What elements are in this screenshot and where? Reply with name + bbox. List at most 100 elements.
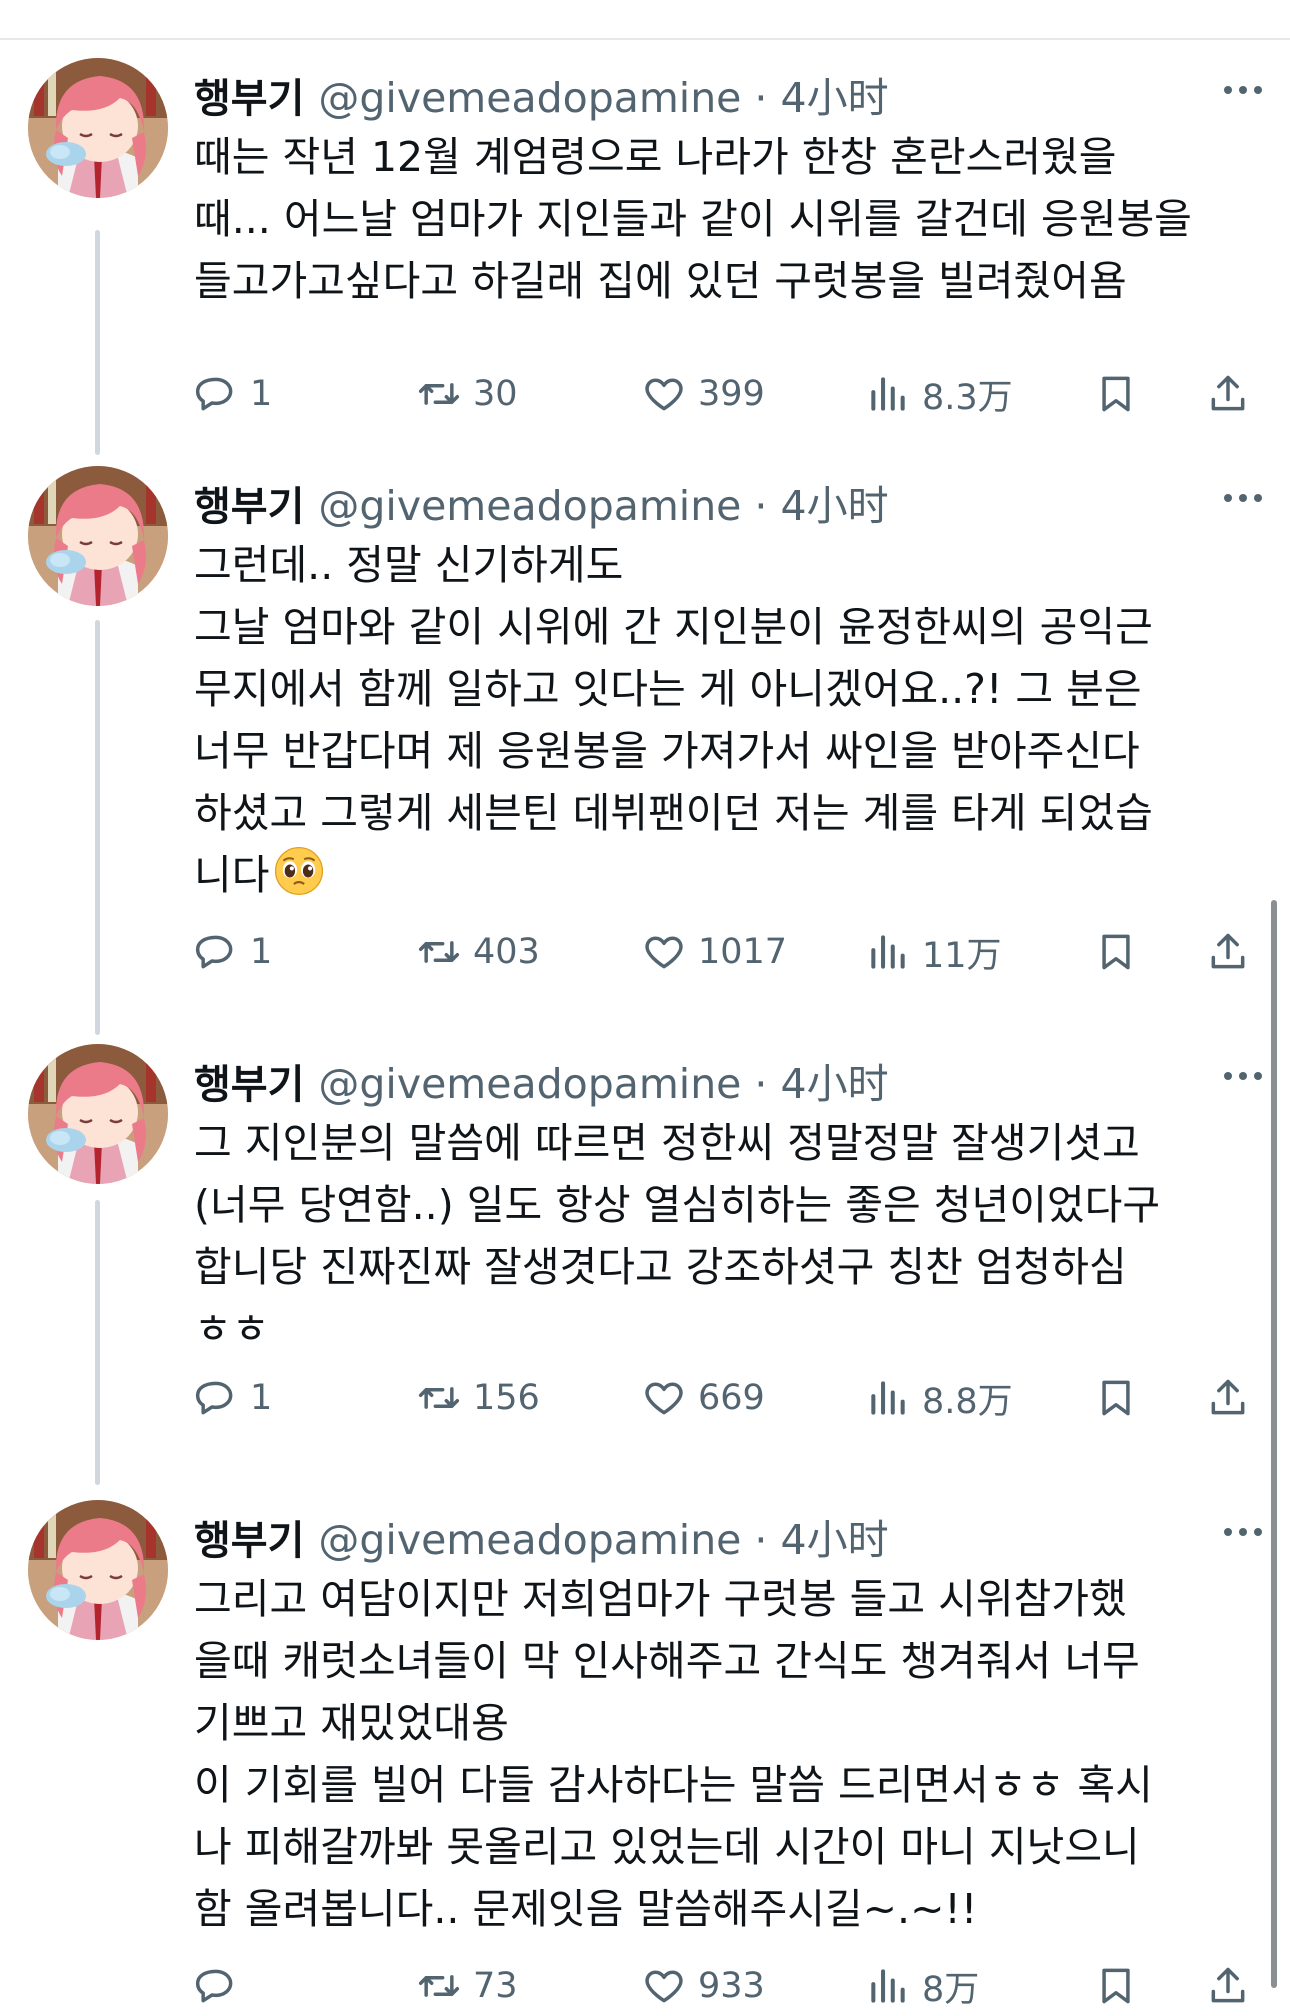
thread-connector	[95, 1200, 100, 1485]
retweet-count: 156	[473, 1378, 540, 1418]
reply-icon	[195, 377, 233, 411]
avatar-image	[28, 466, 168, 606]
tweet-line: 기쁘고 재밌었대용	[194, 1699, 509, 1747]
views-count: 8万	[922, 1969, 980, 2010]
bookmark-icon	[1102, 376, 1130, 412]
reply-count: 1	[250, 1378, 273, 1418]
views-button[interactable]: 11万	[866, 922, 1002, 982]
retweet-icon	[418, 1975, 460, 1997]
heart-icon	[645, 1382, 683, 1415]
avatar[interactable]	[28, 58, 168, 198]
tweet-line: 나 피해갈까봐 못올리고 있었는데 시간이 마니 지낫으니	[194, 1823, 1140, 1871]
tweet-line: 을때 캐럿소녀들이 막 인사해주고 간식도 챙겨줘서 너무	[194, 1637, 1140, 1685]
reply-button[interactable]: 1	[194, 922, 272, 982]
action-bar: 1 403 1017 11万	[194, 922, 1264, 982]
display-name[interactable]: 행부기	[194, 1508, 304, 1566]
like-button[interactable]: 933	[642, 1956, 765, 2016]
bookmark-icon	[1102, 1968, 1130, 2004]
bookmark-icon	[1102, 1380, 1130, 1416]
share-button[interactable]	[1206, 1956, 1250, 2016]
tweet-line: 때는 작년 12월 계엄령으로 나라가 한창 혼란스러웠을	[194, 133, 1117, 181]
tweet-header: 행부기 @givemeadopamine · 4小时	[194, 472, 889, 532]
heart-icon	[645, 1970, 683, 2003]
tweet-text: 때는 작년 12월 계엄령으로 나라가 한창 혼란스러웠을 때... 어느날 엄…	[194, 126, 1274, 312]
like-button[interactable]: 669	[642, 1368, 765, 1428]
tweet-text: 그런데.. 정말 신기하게도 그날 엄마와 같이 시위에 간 지인분이 윤정한씨…	[194, 534, 1274, 906]
avatar-image	[28, 1500, 168, 1640]
views-count: 8.8万	[922, 1381, 1013, 1422]
share-icon	[1211, 1967, 1245, 2003]
reply-button[interactable]: 1	[194, 364, 272, 424]
tweet-line: 합니당 진짜진짜 잘생겻다고 강조하셧구 칭찬 엄청하심	[194, 1243, 1127, 1291]
reply-icon	[195, 935, 233, 969]
tweet-line: 이 기회를 빌어 다들 감사하다는 말씀 드리면서ㅎㅎ 혹시	[194, 1761, 1153, 1809]
tweet-text: 그리고 여담이지만 저희엄마가 구럿봉 들고 시위참가했 을때 캐럿소녀들이 막…	[194, 1568, 1274, 1940]
action-bar: 1 30 399 8.3万	[194, 364, 1264, 424]
avatar[interactable]	[28, 1044, 168, 1184]
reply-button[interactable]	[194, 1956, 250, 2016]
bookmark-button[interactable]	[1094, 364, 1138, 424]
views-chart-icon	[871, 1381, 905, 1415]
retweet-count: 73	[473, 1966, 518, 2006]
views-button[interactable]: 8.8万	[866, 1368, 1013, 1428]
retweet-button[interactable]: 30	[417, 364, 518, 424]
like-button[interactable]: 399	[642, 364, 765, 424]
tweet-line: 들고가고싶다고 하길래 집에 있던 구럿봉을 빌려줬어욤	[194, 257, 1127, 305]
display-name[interactable]: 행부기	[194, 66, 304, 124]
top-divider	[0, 38, 1290, 40]
tweet-header: 행부기 @givemeadopamine · 4小时	[194, 64, 889, 124]
views-button[interactable]: 8.3万	[866, 364, 1013, 424]
action-bar: 1 156 669 8.8万	[194, 1368, 1264, 1428]
retweet-button[interactable]: 73	[417, 1956, 518, 2016]
retweet-icon	[418, 383, 460, 405]
handle-and-time[interactable]: @givemeadopamine · 4小时	[318, 472, 888, 532]
share-button[interactable]	[1206, 922, 1250, 982]
avatar[interactable]	[28, 466, 168, 606]
views-button[interactable]: 8万	[866, 1956, 979, 2016]
tweet-text: 그 지인분의 말씀에 따르면 정한씨 정말정말 잘생기셧고 (너무 당연함..)…	[194, 1112, 1274, 1360]
views-chart-icon	[871, 1969, 905, 2003]
avatar[interactable]	[28, 1500, 168, 1640]
heart-icon	[645, 936, 683, 969]
share-icon	[1211, 375, 1245, 411]
bookmark-icon	[1102, 934, 1130, 970]
bookmark-button[interactable]	[1094, 1956, 1138, 2016]
share-button[interactable]	[1206, 1368, 1250, 1428]
bookmark-button[interactable]	[1094, 922, 1138, 982]
share-icon	[1211, 1379, 1245, 1415]
pleading-face-emoji	[275, 846, 324, 896]
display-name[interactable]: 행부기	[194, 1052, 304, 1110]
like-count: 669	[698, 1378, 765, 1418]
like-count: 1017	[698, 932, 788, 972]
more-dots-icon[interactable]	[1224, 1072, 1262, 1080]
share-button[interactable]	[1206, 364, 1250, 424]
tweet-line: 하셨고 그렇게 세븐틴 데뷔팬이던 저는 계를 타게 되었습	[194, 789, 1153, 837]
retweet-button[interactable]: 156	[417, 1368, 540, 1428]
tweet-header: 행부기 @givemeadopamine · 4小时	[194, 1050, 889, 1110]
like-button[interactable]: 1017	[642, 922, 787, 982]
avatar-image	[28, 58, 168, 198]
handle-and-time[interactable]: @givemeadopamine · 4小时	[318, 1050, 888, 1110]
bookmark-button[interactable]	[1094, 1368, 1138, 1428]
reply-button[interactable]: 1	[194, 1368, 272, 1428]
handle-and-time[interactable]: @givemeadopamine · 4小时	[318, 1506, 888, 1566]
reply-icon	[195, 1381, 233, 1415]
heart-icon	[645, 378, 683, 411]
tweet-line: 무지에서 함께 일하고 잇다는 게 아니겠어요..?! 그 분은	[194, 665, 1142, 713]
display-name[interactable]: 행부기	[194, 474, 304, 532]
views-chart-icon	[871, 377, 905, 411]
retweet-icon	[418, 941, 460, 963]
action-bar: 73 933 8万	[194, 1956, 1264, 2016]
more-dots-icon[interactable]	[1224, 494, 1262, 502]
more-dots-icon[interactable]	[1224, 86, 1262, 94]
like-count: 933	[698, 1966, 765, 2006]
more-dots-icon[interactable]	[1224, 1528, 1262, 1536]
tweet-line: 너무 반갑다며 제 응원봉을 가져가서 싸인을 받아주신다	[194, 727, 1140, 775]
share-icon	[1211, 933, 1245, 969]
retweet-button[interactable]: 403	[417, 922, 540, 982]
handle-and-time[interactable]: @givemeadopamine · 4小时	[318, 64, 888, 124]
views-count: 11万	[922, 935, 1002, 976]
avatar-image	[28, 1044, 168, 1184]
thread-connector	[95, 620, 100, 1035]
like-count: 399	[698, 374, 765, 414]
